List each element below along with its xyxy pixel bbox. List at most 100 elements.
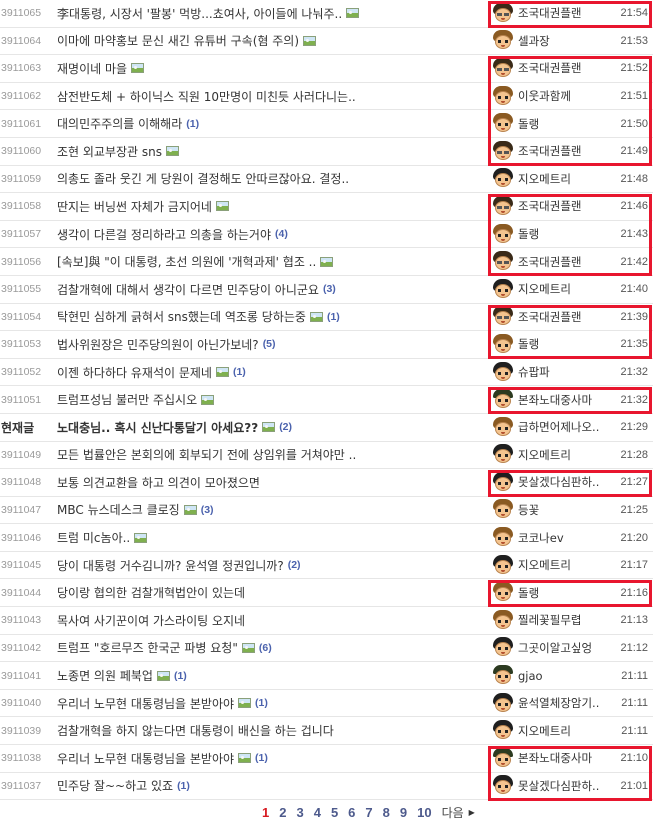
post-time: 21:11 xyxy=(621,669,648,682)
post-title-link[interactable]: 생각이 다른걸 정리하라고 의총을 하는거야 (4) xyxy=(57,226,487,243)
author-link[interactable]: 조국대권플랜 xyxy=(492,0,610,27)
author-link[interactable]: 지오메트리 xyxy=(492,166,610,193)
post-title-link[interactable]: 법사위원장은 민주당의원이 아닌가보네? (5) xyxy=(57,336,487,353)
page-link[interactable]: 8 xyxy=(383,805,390,820)
post-row: 3911059 의총도 졸라 웃긴 게 당원이 결정해도 안따르잖아요. 결정..… xyxy=(0,166,653,194)
author-link[interactable]: 조국대권플랜 xyxy=(492,248,610,275)
post-title-link[interactable]: 목사여 사기꾼이여 가스라이팅 오지네 xyxy=(57,612,487,629)
page-link[interactable]: 5 xyxy=(331,805,338,820)
post-title-link[interactable]: 당이랑 협의한 검찰개혁법안이 있는데 xyxy=(57,584,487,601)
post-title-link[interactable]: 이젠 하다하다 유재석이 문제네 (1) xyxy=(57,364,487,381)
post-title-link[interactable]: 노대충님.. 혹시 신난다통달기 아세요?? (2) xyxy=(57,419,487,436)
author-link[interactable]: 등꽃 xyxy=(492,497,610,524)
post-title-link[interactable]: 탁현민 심하게 긁혀서 sns했는데 역조롱 당하는중 (1) xyxy=(57,308,487,325)
comment-count[interactable]: (1) xyxy=(255,697,268,709)
post-title-link[interactable]: 검찰개혁에 대해서 생각이 다르면 민주당이 아니군요 (3) xyxy=(57,281,487,298)
post-title-link[interactable]: 이마에 마약홍보 문신 새긴 유튜버 구속(혐 주의) xyxy=(57,32,487,49)
comment-count[interactable]: (1) xyxy=(327,311,340,323)
author-link[interactable]: 돌랭 xyxy=(492,221,610,248)
post-number: 3911065 xyxy=(1,7,42,20)
current-page-link[interactable]: 1 xyxy=(262,805,269,820)
user-avatar-icon xyxy=(492,389,514,410)
author-link[interactable]: 본좌노대중사마 xyxy=(492,745,610,772)
post-title-link[interactable]: 우리너 노무현 대통령님을 본받아야 (1) xyxy=(57,750,487,767)
post-time: 21:27 xyxy=(620,476,648,489)
post-title-link[interactable]: 딴지는 버닝썬 자체가 금지어네 xyxy=(57,198,487,215)
author-link[interactable]: 못살겠다심판하.. xyxy=(492,773,610,800)
post-title-link[interactable]: 대의민주주의를 이해해라 (1) xyxy=(57,115,487,132)
post-title-link[interactable]: 당이 대통령 거수김니까? 윤석열 정권입니까? (2) xyxy=(57,557,487,574)
author-link[interactable]: 조국대권플랜 xyxy=(492,193,610,220)
author-link[interactable]: 지오메트리 xyxy=(492,552,610,579)
author-link[interactable]: 이웃과함께 xyxy=(492,83,610,110)
page-link[interactable]: 6 xyxy=(348,805,355,820)
post-title-link[interactable]: 트럼프 "호르무즈 한국군 파병 요청" (6) xyxy=(57,639,487,656)
comment-count[interactable]: (3) xyxy=(201,504,214,516)
author-link[interactable]: 조국대권플랜 xyxy=(492,304,610,331)
image-attachment-icon xyxy=(201,394,215,405)
post-title-link[interactable]: 민주당 잘~~하고 있죠 (1) xyxy=(57,777,487,794)
author-link[interactable]: 지오메트리 xyxy=(492,276,610,303)
author-link[interactable]: 찔레꽃필무렵 xyxy=(492,607,610,634)
comment-count[interactable]: (1) xyxy=(186,118,199,130)
page-link[interactable]: 4 xyxy=(314,805,321,820)
post-title-link[interactable]: 검찰개혁을 하지 않는다면 대통령이 배신을 하는 겁니다 xyxy=(57,722,487,739)
post-number: 3911047 xyxy=(1,503,42,516)
page-link[interactable]: 3 xyxy=(296,805,303,820)
post-title-link[interactable]: MBC 뉴스데스크 클로징 (3) xyxy=(57,501,487,518)
post-title-link[interactable]: [속보]與 "이 대통령, 초선 의원에 '개혁과제' 협조 .. xyxy=(57,253,487,270)
page-link[interactable]: 2 xyxy=(279,805,286,820)
image-attachment-icon xyxy=(303,35,317,46)
page-link[interactable]: 10 xyxy=(417,805,431,820)
author-link[interactable]: 급하면어제나오.. xyxy=(492,414,610,441)
comment-count[interactable]: (1) xyxy=(174,670,187,682)
post-title-text: 대의민주주의를 이해해라 xyxy=(57,117,183,132)
author-link[interactable]: 슈팝파 xyxy=(492,359,610,386)
post-number: 3911041 xyxy=(1,669,42,682)
comment-count[interactable]: (3) xyxy=(323,283,336,295)
comment-count[interactable]: (2) xyxy=(279,421,292,433)
post-title-text: 노종면 의원 페북업 xyxy=(57,669,153,684)
post-title-link[interactable]: 트럼 미c놈아.. xyxy=(57,529,487,546)
author-link[interactable]: 본좌노대중사마 xyxy=(492,386,610,413)
post-title-link[interactable]: 의총도 졸라 웃긴 게 당원이 결정해도 안따르잖아요. 결정.. xyxy=(57,170,487,187)
post-title-link[interactable]: 노종면 의원 페북업 (1) xyxy=(57,667,487,684)
author-link[interactable]: 윤석열체장암기.. xyxy=(492,690,610,717)
post-title-link[interactable]: 트럼프성님 불러만 주십시오 xyxy=(57,391,487,408)
author-link[interactable]: 조국대권플랜 xyxy=(492,55,610,82)
comment-count[interactable]: (1) xyxy=(177,780,190,792)
comment-count[interactable]: (1) xyxy=(233,366,246,378)
post-number: 3911058 xyxy=(1,200,42,213)
author-link[interactable]: 돌랭 xyxy=(492,579,610,606)
comment-count[interactable]: (1) xyxy=(255,752,268,764)
post-row: 3911047 MBC 뉴스데스크 클로징 (3) 등꽃 21:25 xyxy=(0,497,653,525)
post-number: 3911048 xyxy=(1,476,42,489)
page-link[interactable]: 7 xyxy=(365,805,372,820)
post-title-link[interactable]: 재명이네 마을 xyxy=(57,60,487,77)
post-title-link[interactable]: 모든 법률안은 본회의에 회부되기 전에 상임위를 거쳐야만 .. xyxy=(57,446,487,463)
comment-count[interactable]: (5) xyxy=(263,338,276,350)
author-link[interactable]: 지오메트리 xyxy=(492,717,610,744)
post-title-link[interactable]: 조현 외교부장관 sns xyxy=(57,143,487,160)
author-link[interactable]: 돌랭 xyxy=(492,110,610,137)
author-link[interactable]: 코코나ev xyxy=(492,524,610,551)
author-link[interactable]: gjao xyxy=(492,662,610,689)
post-time: 21:39 xyxy=(620,310,648,323)
post-row: 3911063 재명이네 마을 조국대권플랜 21:52 xyxy=(0,55,653,83)
author-link[interactable]: 돌랭 xyxy=(492,331,610,358)
page-link[interactable]: 9 xyxy=(400,805,407,820)
post-title-link[interactable]: 삼전반도체 + 하이닉스 직원 10만명이 미친듯 사러다니는.. xyxy=(57,88,487,105)
author-link[interactable]: 못살겠다심판하.. xyxy=(492,469,610,496)
author-link[interactable]: 지오메트리 xyxy=(492,442,610,469)
author-link[interactable]: 그곳이알고싶엉 xyxy=(492,635,610,662)
post-title-link[interactable]: 李대통령, 시장서 '팔봉' 먹방...쵸여사, 아이들에 나눠주.. xyxy=(57,5,487,22)
author-link[interactable]: 조국대권플랜 xyxy=(492,138,610,165)
comment-count[interactable]: (2) xyxy=(288,559,301,571)
post-title-text: 보통 의견교환을 하고 의견이 모아졌으면 xyxy=(57,475,260,490)
comment-count[interactable]: (4) xyxy=(275,228,288,240)
post-title-link[interactable]: 보통 의견교환을 하고 의견이 모아졌으면 xyxy=(57,474,487,491)
author-link[interactable]: 셀과장 xyxy=(492,28,610,55)
comment-count[interactable]: (6) xyxy=(259,642,272,654)
next-page-button[interactable]: 다음 ▶ xyxy=(442,804,475,821)
post-title-link[interactable]: 우리너 노무현 대통령님을 본받아야 (1) xyxy=(57,695,487,712)
